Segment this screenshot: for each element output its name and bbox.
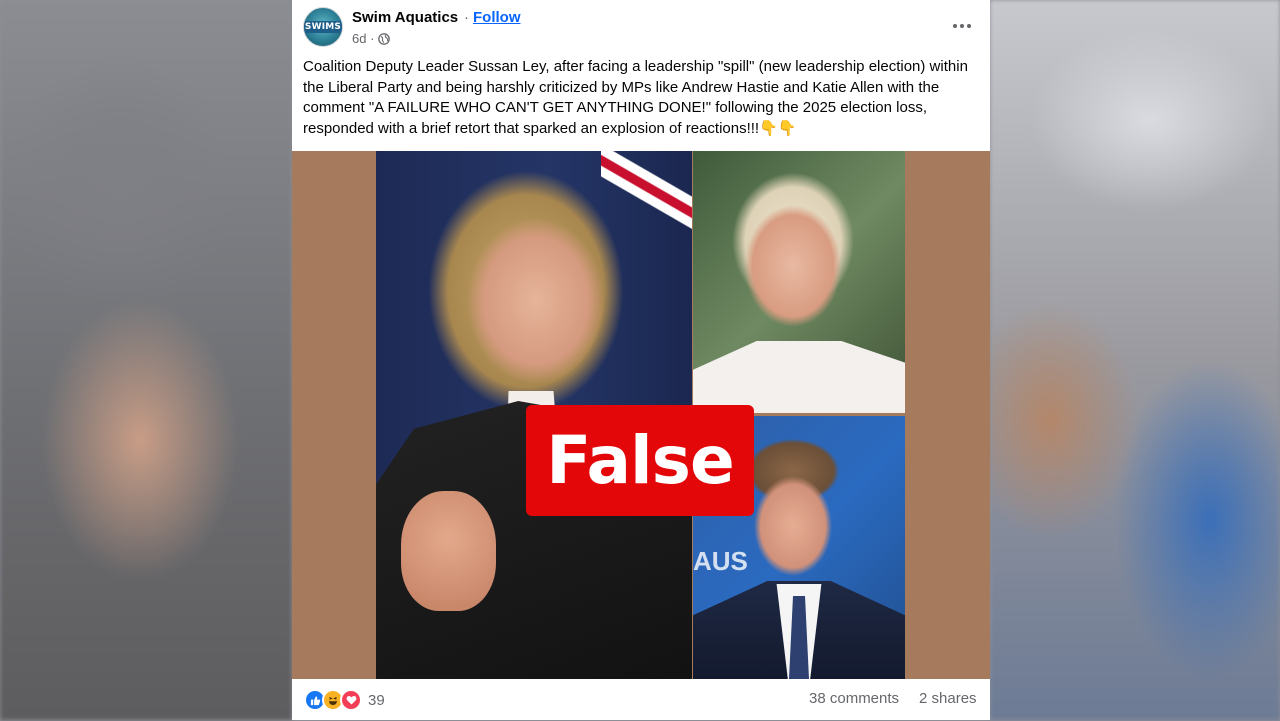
follow-link[interactable]: Follow: [473, 9, 521, 26]
more-options-icon[interactable]: [948, 12, 976, 40]
facebook-post: SWIMS Swim Aquatics · Follow 6d · Coalit…: [292, 0, 990, 720]
shares-count[interactable]: 2 shares: [919, 690, 977, 707]
post-footer: 39 38 comments 2 shares: [292, 679, 990, 721]
reactions-summary[interactable]: 39: [304, 689, 385, 711]
raised-fist-shape: [401, 491, 496, 611]
reaction-count: 39: [368, 691, 385, 709]
post-text: Coalition Deputy Leader Sussan Ley, afte…: [303, 58, 968, 137]
post-header: SWIMS Swim Aquatics · Follow 6d ·: [292, 0, 990, 54]
love-icon: [340, 689, 362, 711]
false-rating-badge: False: [526, 405, 754, 516]
globe-icon: [378, 32, 391, 45]
white-blazer-shape: [693, 341, 905, 413]
blurred-backdrop-left: [0, 0, 292, 720]
photo-woman-smiling: [693, 151, 905, 413]
page-avatar[interactable]: SWIMS: [303, 7, 343, 47]
name-follow-separator: ·: [464, 9, 469, 26]
comments-count[interactable]: 38 comments: [809, 690, 899, 707]
avatar-logo-text: SWIMS: [304, 21, 342, 33]
false-badge-label: False: [546, 422, 734, 499]
post-meta: 6d ·: [352, 31, 391, 46]
blurred-backdrop-right: [990, 0, 1280, 720]
page-name[interactable]: Swim Aquatics: [352, 9, 458, 26]
flag-stripe: [601, 151, 692, 231]
post-image[interactable]: AUS False: [292, 151, 990, 679]
background-sign-text: AUS: [693, 546, 748, 576]
post-age[interactable]: 6d ·: [352, 31, 374, 46]
